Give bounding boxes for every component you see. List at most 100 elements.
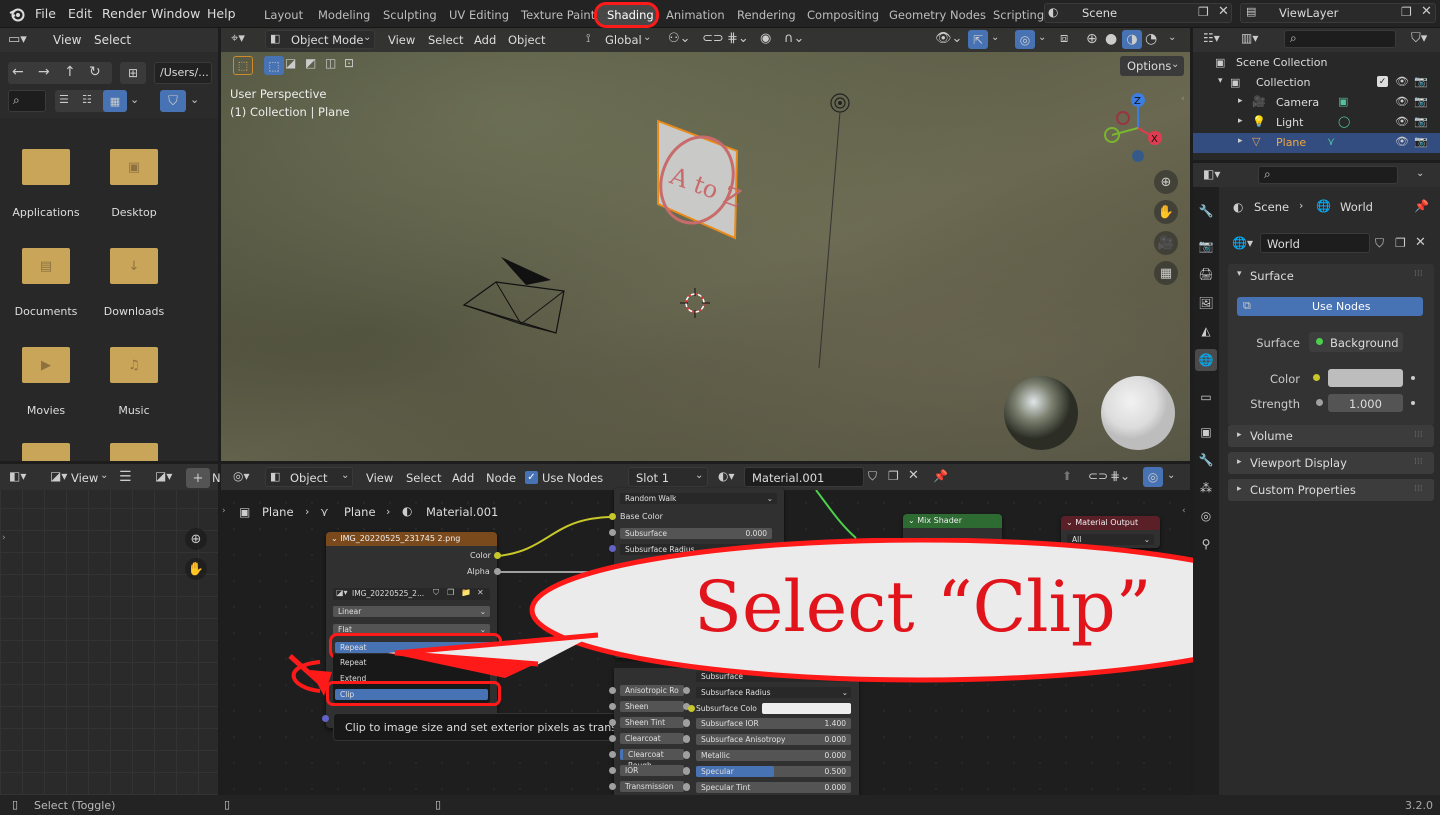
xray-toggle-icon[interactable]: ⧈ <box>1060 31 1068 46</box>
viewport-menu-view[interactable]: View <box>388 33 415 47</box>
bsdf-right-field[interactable]: Subsurface Anisotropy 0.000 <box>696 734 851 746</box>
bsdf-right-socket[interactable] <box>683 752 690 759</box>
bsdf-input-socket[interactable] <box>609 783 616 790</box>
volume-panel[interactable]: Volume <box>1228 425 1434 447</box>
thumbnails-icon[interactable]: ▦ <box>103 90 127 112</box>
bsdf-right-field[interactable]: Specular Tint 0.000 <box>696 781 851 793</box>
parent-directory-icon[interactable]: ↑ <box>64 64 76 80</box>
node-snap-target-icon[interactable]: ⋕⌄ <box>1110 469 1130 483</box>
viewport-editor-icon[interactable]: ⌖▾ <box>231 31 245 46</box>
refresh-icon[interactable]: ↻ <box>89 64 101 80</box>
viewport-menu-object[interactable]: Object <box>508 33 545 47</box>
3d-cursor[interactable] <box>680 288 710 318</box>
tab-animation[interactable]: Animation <box>666 8 725 22</box>
new-view-layer-icon[interactable]: ❐ <box>1401 5 1412 19</box>
strength-socket-dot[interactable] <box>1316 399 1323 406</box>
editor-type-icon[interactable]: ▭▾ <box>8 32 27 47</box>
image-editor-view-menu[interactable]: View <box>71 471 98 485</box>
image-editor-type-icon[interactable]: ◧▾ <box>9 469 26 483</box>
bsdf-right-socket[interactable] <box>683 767 690 775</box>
outliner-type-icon[interactable]: ☷▾ <box>1203 31 1220 45</box>
filter-icon[interactable]: ⛉ <box>160 90 186 112</box>
folder-item[interactable]: ♫ Music <box>91 341 177 419</box>
parent-node-tree-icon[interactable]: ⬆ <box>1062 469 1072 483</box>
viewport-sidebar-toggle-icon[interactable]: ‹ <box>1181 94 1185 104</box>
pan-view-icon[interactable]: ✋ <box>1154 200 1178 224</box>
image-browse-icon[interactable]: ◪▾ <box>155 469 172 483</box>
render-tab-icon[interactable]: 📷 <box>1195 235 1217 257</box>
mix-shader-header[interactable]: ⌄ Mix Shader <box>903 514 1002 528</box>
tab-scripting[interactable]: Scripting <box>993 8 1044 22</box>
node-menu-add[interactable]: Add <box>452 471 474 485</box>
file-menu-select[interactable]: Select <box>94 33 131 47</box>
row-chevron-icon[interactable]: ▸ <box>1238 136 1243 146</box>
sort-dropdown-icon[interactable]: ⌄ <box>130 93 139 106</box>
bsdf-input-socket[interactable] <box>609 767 616 774</box>
overlay-toggle-icon[interactable]: ◎ <box>1015 30 1035 49</box>
volume-drag-handle-icon[interactable]: ⁞⁞⁞ <box>1414 430 1423 440</box>
fake-user-icon[interactable]: ⛉ <box>868 469 877 484</box>
view-layer-tab-icon[interactable]: 🖼 <box>1195 292 1217 314</box>
file-menu-view[interactable]: View <box>53 33 81 47</box>
gizmo-dropdown-icon[interactable]: ⌄ <box>991 32 999 43</box>
perspective-toggle-icon[interactable]: ▦ <box>1154 261 1178 285</box>
node-menu-view[interactable]: View <box>366 471 393 485</box>
remove-scene-icon[interactable]: ✕ <box>1218 4 1229 19</box>
forward-arrow-icon[interactable]: → <box>38 64 50 80</box>
pivot-point-icon[interactable]: ⚇⌄ <box>668 31 691 46</box>
world-fake-user-icon[interactable]: ⛉ <box>1375 236 1384 251</box>
properties-options-chevron-icon[interactable]: ⌄ <box>1416 168 1424 179</box>
snap-icon[interactable]: ⊂⊃ <box>702 31 724 46</box>
node-menu-node[interactable]: Node <box>486 471 516 485</box>
collection-label[interactable]: Collection <box>1256 76 1310 89</box>
wireframe-shading-icon[interactable]: ⊕ <box>1086 31 1098 47</box>
scene-collection-label[interactable]: Scene Collection <box>1236 56 1327 69</box>
bsdf-left-field[interactable]: Sheen Tint <box>620 717 684 728</box>
material-preview-shading-icon[interactable]: ◑ <box>1122 30 1142 49</box>
collection-camera-icon[interactable]: 📷 <box>1414 75 1428 88</box>
bsdf-left-field[interactable]: Transmission <box>620 781 684 792</box>
row-render-camera-icon[interactable]: 📷 <box>1414 95 1428 108</box>
camera-view-icon[interactable]: 🎥 <box>1154 231 1178 255</box>
viewport-menu-select[interactable]: Select <box>428 33 463 47</box>
properties-breadcrumb-scene[interactable]: Scene <box>1254 200 1289 214</box>
folder-icon[interactable] <box>110 443 158 461</box>
collection-expand-chevron-icon[interactable]: ▾ <box>1218 76 1223 86</box>
row-chevron-icon[interactable]: ▸ <box>1238 116 1243 126</box>
new-folder-icon[interactable]: ⊞ <box>120 62 146 84</box>
tab-compositing[interactable]: Compositing <box>807 8 879 22</box>
new-scene-icon[interactable]: ❐ <box>1198 5 1209 19</box>
remove-view-layer-icon[interactable]: ✕ <box>1421 4 1432 19</box>
folder-item[interactable]: Applications <box>3 143 89 221</box>
hamburger-menu-icon[interactable]: ☰ <box>119 469 132 485</box>
collection-checkbox-icon[interactable]: ✓ <box>1377 76 1388 87</box>
zoom-view-icon[interactable]: ⊕ <box>1154 170 1178 194</box>
world-color-swatch[interactable] <box>1328 369 1403 387</box>
solid-shading-icon[interactable]: ● <box>1105 31 1117 47</box>
new-image-icon[interactable]: + <box>186 468 210 488</box>
properties-search-input[interactable] <box>1258 166 1398 184</box>
transform-orientation-icon[interactable]: ⟟ <box>586 31 590 46</box>
scene-tab-icon[interactable]: ◭ <box>1195 320 1217 342</box>
material-browse-icon[interactable]: ◐▾ <box>718 469 735 483</box>
row-eye-icon[interactable]: 👁 <box>1395 115 1409 128</box>
filter-dropdown-icon[interactable]: ⌄ <box>190 93 199 106</box>
light-object[interactable] <box>818 93 850 369</box>
gizmo-toggle-icon[interactable]: ⇱ <box>968 30 988 49</box>
image-editor-pan-icon[interactable]: ✋ <box>185 558 207 580</box>
plane-object[interactable]: A to Z <box>649 119 745 240</box>
surface-panel-chevron-icon[interactable]: ▾ <box>1237 269 1242 279</box>
tab-texture-paint[interactable]: Texture Paint <box>521 8 595 22</box>
subsurface-socket[interactable] <box>609 529 616 536</box>
camera-object[interactable] <box>462 257 565 334</box>
use-nodes-label[interactable]: Use Nodes <box>542 471 603 485</box>
rendered-shading-icon[interactable]: ◔ <box>1145 31 1157 47</box>
vertical-list-icon[interactable]: ☰ <box>59 93 69 106</box>
world-unlink-icon[interactable]: ✕ <box>1415 235 1426 250</box>
falloff-icon[interactable]: ∩⌄ <box>784 31 804 46</box>
object-tab-icon[interactable]: ▣ <box>1195 421 1217 443</box>
unlink-material-icon[interactable]: ✕ <box>908 468 919 483</box>
modifier-tab-icon[interactable]: 🔧 <box>1195 449 1217 471</box>
bsdf-right-socket[interactable] <box>683 783 690 791</box>
world-duplicate-icon[interactable]: ❐ <box>1395 236 1406 250</box>
